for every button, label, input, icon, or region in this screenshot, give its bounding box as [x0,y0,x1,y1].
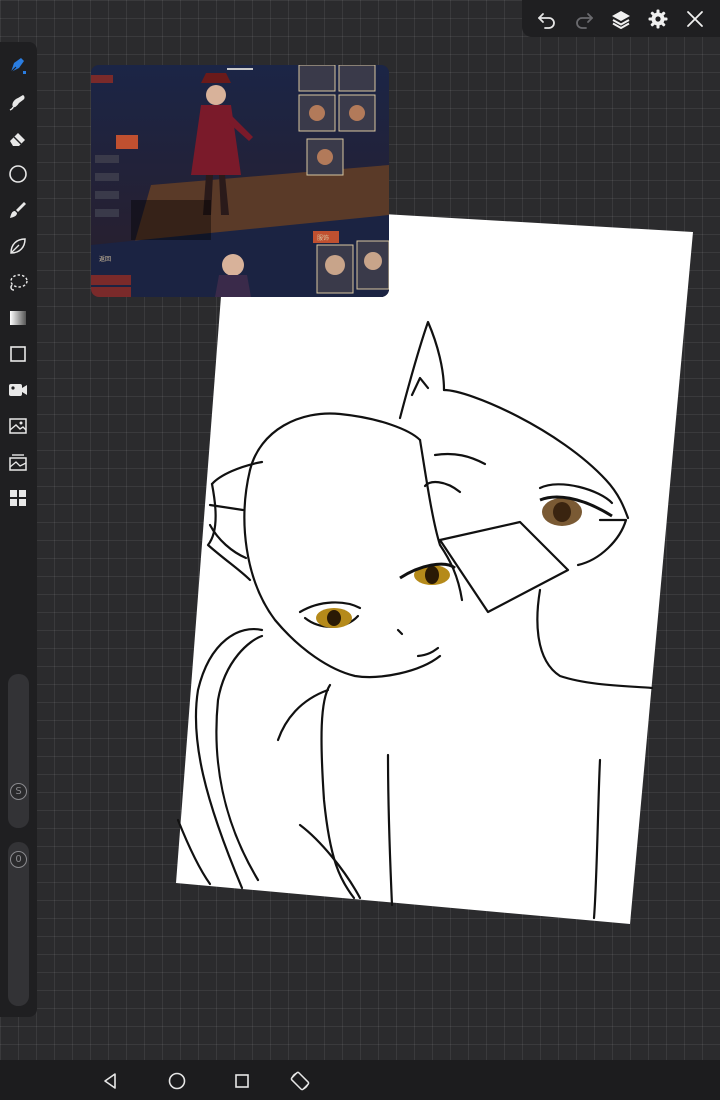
reference-label-back: 返回 [99,256,111,263]
nav-recents-button[interactable] [229,1068,255,1094]
reference-label-outfit: 服饰 [317,234,329,242]
back-triangle-icon [104,1073,116,1089]
nav-back-button[interactable] [98,1068,124,1094]
system-nav-bar [0,1060,720,1100]
recents-square-icon [235,1074,249,1088]
nav-home-button[interactable] [164,1068,190,1094]
rotate-screen-icon [290,1071,310,1091]
reference-image[interactable]: 服饰 返回 [91,65,389,297]
nav-rotate-button[interactable] [287,1068,313,1094]
home-circle-icon [168,1072,186,1090]
reference-screenshot: 服饰 返回 [91,65,389,297]
